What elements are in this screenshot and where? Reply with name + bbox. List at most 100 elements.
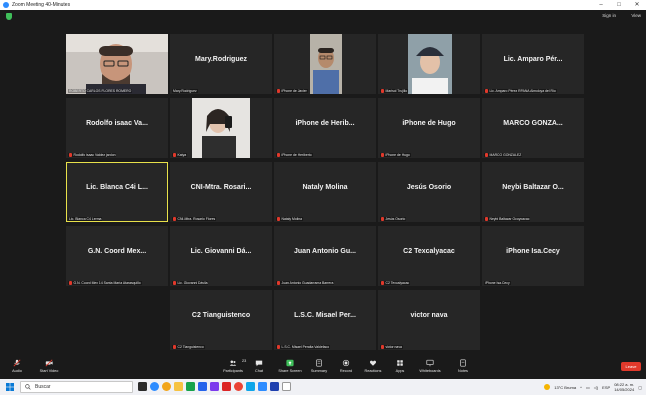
muted-microphone-icon [173,217,176,221]
search-placeholder: Buscar [35,384,51,390]
search-icon [25,384,31,390]
participant-tile[interactable]: Jesús Osorio Jesús Osorio [378,162,480,222]
maximize-button[interactable]: □ [610,0,628,10]
participant-name: Nataly Molina [281,217,303,221]
participant-name-label: G.N. Coord Mex 14 Santa María Atarasquil… [68,281,142,285]
muted-microphone-icon [277,281,280,285]
leave-button[interactable]: Leave [621,362,641,371]
participant-name: Mary.Rodriguez [173,89,197,93]
apps-button[interactable]: Apps [387,359,413,373]
weather-sun-icon[interactable] [544,384,551,390]
view-button[interactable]: View [631,13,641,18]
participant-name: Lic. Amparo Pérez RPANA Almoloya del Río [489,89,556,93]
participant-name: Lic. Blanca C4 Lerma [69,217,102,221]
participant-tile[interactable]: Lic. Blanca C4i L... Lic. Blanca C4 Lerma [66,162,168,222]
record-icon [342,359,350,367]
participant-tile[interactable]: Nataly Molina Nataly Molina [274,162,376,222]
participant-tile[interactable]: Neybi Baltazar O... Neybi Baltazar Ocoyoa… [482,162,584,222]
participant-display-name: Lic. Amparo Pér... [503,56,563,63]
firefox-icon[interactable] [162,382,171,391]
windows-start-icon[interactable] [6,383,14,391]
weather-text[interactable]: 13°C Bruma [554,385,576,390]
participant-display-name: C2 Texcalyacac [403,248,455,255]
participant-tile[interactable]: Lic. Amparo Pér... Lic. Amparo Pérez RPAN… [482,34,584,94]
edge-browser-icon[interactable] [150,382,159,391]
share-screen-button[interactable]: Share Screen [277,359,303,373]
summary-button[interactable]: Summary [306,359,332,373]
participant-tile[interactable]: Lic. Giovanni Dá... Lic. Giovanni Dávila [170,226,272,286]
muted-microphone-icon [173,153,176,157]
chat-button[interactable]: Chat [246,359,272,373]
clock[interactable]: 08:22 a. m. 14/05/2024 [614,382,634,392]
sign-in-link[interactable]: Sign in [602,13,616,18]
participant-tile[interactable]: Katya [170,98,272,158]
network-icon[interactable]: ▭ [586,385,590,390]
participant-tile[interactable]: MARCO GONZA... MARCO GONZALEZ [482,98,584,158]
zoom-taskbar-icon[interactable] [258,382,267,391]
participant-name-label: Jesús Osorio [380,217,407,221]
participant-name: L.S.C. Misael Peralta Valdefaco [281,345,330,349]
participant-video [192,98,250,158]
participant-tile[interactable]: CNI-Mtra. Rosari... CNI-Mtra. Rosario Flo… [170,162,272,222]
notes-button[interactable]: Notes [450,359,476,373]
participant-tile[interactable]: iPhone de Hugo iPhone de Hugo [378,98,480,158]
participant-tile[interactable]: Mary.Rodriguez Mary.Rodriguez [170,34,272,94]
participant-name-label: ROBERTO CARLOS FLORES ROMERO [68,89,133,93]
store-icon[interactable] [246,382,255,391]
participant-name: Neybi Baltazar Ocoyoacac [489,217,530,221]
whiteboards-label: Whiteboards [419,369,441,373]
participant-name-label: iPhone de Hugo [380,153,411,157]
word-icon[interactable] [198,382,207,391]
participant-tile[interactable]: L.S.C. Misael Per... L.S.C. Misael Peralt… [274,290,376,350]
chrome-icon[interactable] [234,382,243,391]
start-video-button[interactable]: Start Video [36,359,62,373]
outlook-icon[interactable] [270,382,279,391]
participant-display-name: G.N. Coord Mex... [87,248,147,255]
participant-tile[interactable]: Rodolfo isaac Va... Rodolfo isaac Valdez … [66,98,168,158]
muted-microphone-icon [485,153,488,157]
whiteboards-button[interactable]: Whiteboards [417,359,443,373]
muted-microphone-icon [485,89,488,93]
taskbar-search-box[interactable]: Buscar [20,381,133,393]
participant-display-name: Lic. Giovanni Dá... [190,248,252,255]
close-button[interactable]: ✕ [628,0,646,10]
minimize-button[interactable]: – [592,0,610,10]
participant-display-name: Mary.Rodriguez [195,56,247,63]
whiteboard-icon [426,359,434,367]
participant-tile[interactable]: G.N. Coord Mex... G.N. Coord Mex 14 Santa… [66,226,168,286]
muted-microphone-icon [277,217,280,221]
notepad-icon[interactable] [282,382,291,391]
teams-icon[interactable] [210,382,219,391]
participant-tile[interactable]: iPhone Isa.Cecy iPhone Isa.Cecy [482,226,584,286]
language-indicator[interactable]: ESP [602,385,610,390]
notifications-icon[interactable]: ▢ [638,385,642,390]
participant-tile[interactable]: C2 Texcalyacac C2 Texcalyacac [378,226,480,286]
participant-tile[interactable]: iPhone de Herib... iPhone de Heriberto [274,98,376,158]
chevron-up-icon[interactable]: ^ [580,385,582,390]
participant-name-label: Katya [172,153,188,157]
participant-tile[interactable]: iPhone de Javier [274,34,376,94]
record-button[interactable]: Record [333,359,359,373]
volume-icon[interactable]: ◁) [594,385,598,390]
video-camera-off-icon [45,359,53,367]
muted-microphone-icon [381,89,384,93]
participant-tile[interactable]: ROBERTO CARLOS FLORES ROMERO [66,34,168,94]
chat-bubble-icon [255,360,263,367]
participant-display-name: Lic. Blanca C4i L... [86,184,148,191]
participant-name: Katya [177,153,187,157]
audio-button[interactable]: Audio [4,359,30,373]
participant-display-name: CNI-Mtra. Rosari... [190,184,252,191]
participant-display-name: iPhone de Herib... [295,120,355,127]
participant-tile[interactable]: victor nava victor nava [378,290,480,350]
participant-tile[interactable]: Juan Antonio Gu... Juan Antonio Guadarram… [274,226,376,286]
security-shield-icon[interactable] [6,13,12,20]
reactions-button[interactable]: Reactions [360,359,386,373]
excel-icon[interactable] [186,382,195,391]
task-view-icon[interactable] [138,382,147,391]
participant-display-name: iPhone Isa.Cecy [506,248,560,255]
powerpoint-icon[interactable] [222,382,231,391]
participant-tile[interactable]: C2 Tianguistenco C2 Tianguistenco [170,290,272,350]
participant-name-label: C2 Texcalyacac [380,281,411,285]
participant-tile[interactable]: Marisol Trujillo [378,34,480,94]
file-explorer-icon[interactable] [174,382,183,391]
